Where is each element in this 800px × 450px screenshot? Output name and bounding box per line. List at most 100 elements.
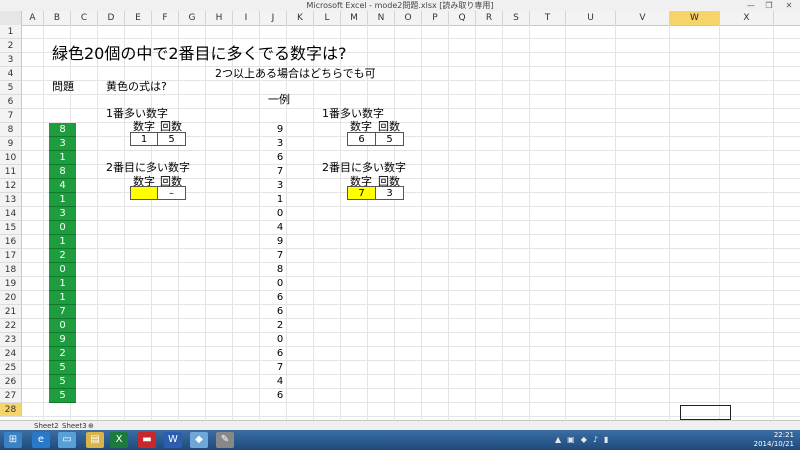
row-header[interactable]: 19 bbox=[0, 277, 22, 291]
example-value-cell[interactable]: 7 bbox=[270, 250, 290, 261]
tool-icon[interactable]: ✎ bbox=[216, 432, 234, 448]
column-header[interactable]: E bbox=[125, 11, 152, 25]
example-value-cell[interactable]: 6 bbox=[270, 348, 290, 359]
ex-second-count-cell[interactable]: 3 bbox=[375, 186, 404, 200]
row-header[interactable]: 4 bbox=[0, 67, 22, 81]
row-header[interactable]: 5 bbox=[0, 81, 22, 95]
ex-second-num-cell[interactable]: 7 bbox=[347, 186, 376, 200]
column-header[interactable]: F bbox=[152, 11, 179, 25]
ex-first-count-cell[interactable]: 5 bbox=[375, 132, 404, 146]
row-header[interactable]: 28 bbox=[0, 403, 22, 417]
column-header[interactable]: V bbox=[616, 11, 670, 25]
column-header[interactable]: I bbox=[233, 11, 260, 25]
green-value-cell[interactable]: 5 bbox=[49, 375, 76, 389]
row-header[interactable]: 22 bbox=[0, 319, 22, 333]
column-header[interactable]: Q bbox=[449, 11, 476, 25]
row-header[interactable]: 12 bbox=[0, 179, 22, 193]
first-count-cell[interactable]: 5 bbox=[157, 132, 186, 146]
column-header[interactable]: L bbox=[314, 11, 341, 25]
row-header[interactable]: 16 bbox=[0, 235, 22, 249]
row-header[interactable]: 8 bbox=[0, 123, 22, 137]
system-clock[interactable]: 22:21 2014/10/21 bbox=[734, 431, 794, 449]
column-header[interactable]: X bbox=[720, 11, 774, 25]
row-header[interactable]: 13 bbox=[0, 193, 22, 207]
example-value-cell[interactable]: 1 bbox=[270, 194, 290, 205]
example-value-cell[interactable]: 3 bbox=[270, 138, 290, 149]
example-value-cell[interactable]: 7 bbox=[270, 362, 290, 373]
row-header[interactable]: 20 bbox=[0, 291, 22, 305]
row-header[interactable]: 9 bbox=[0, 137, 22, 151]
ie-icon[interactable]: e bbox=[32, 432, 50, 448]
row-header[interactable]: 26 bbox=[0, 375, 22, 389]
example-value-cell[interactable]: 4 bbox=[270, 376, 290, 387]
column-header[interactable]: T bbox=[530, 11, 566, 25]
column-header[interactable]: K bbox=[287, 11, 314, 25]
example-value-cell[interactable]: 9 bbox=[270, 236, 290, 247]
column-header[interactable]: G bbox=[179, 11, 206, 25]
close-button[interactable]: ✕ bbox=[780, 0, 798, 11]
row-header[interactable]: 2 bbox=[0, 39, 22, 53]
folder-icon[interactable]: ▭ bbox=[58, 432, 76, 448]
column-header[interactable]: S bbox=[503, 11, 530, 25]
green-value-cell[interactable]: 0 bbox=[49, 263, 76, 277]
select-all-corner[interactable] bbox=[0, 11, 22, 25]
maximize-button[interactable]: ❐ bbox=[760, 0, 778, 11]
green-value-cell[interactable]: 3 bbox=[49, 137, 76, 151]
green-value-cell[interactable]: 8 bbox=[49, 123, 76, 137]
selected-cell[interactable] bbox=[680, 405, 731, 420]
example-value-cell[interactable]: 0 bbox=[270, 334, 290, 345]
column-header[interactable]: P bbox=[422, 11, 449, 25]
column-header[interactable]: D bbox=[98, 11, 125, 25]
column-header[interactable]: O bbox=[395, 11, 422, 25]
tray-icons[interactable]: ▲▣◆♪▮ bbox=[555, 435, 614, 444]
example-value-cell[interactable]: 2 bbox=[270, 320, 290, 331]
column-header[interactable]: M bbox=[341, 11, 368, 25]
example-value-cell[interactable]: 4 bbox=[270, 222, 290, 233]
example-value-cell[interactable]: 6 bbox=[270, 306, 290, 317]
row-header[interactable]: 21 bbox=[0, 305, 22, 319]
green-value-cell[interactable]: 2 bbox=[49, 347, 76, 361]
excel-icon[interactable]: X bbox=[110, 432, 128, 448]
green-value-cell[interactable]: 5 bbox=[49, 389, 76, 403]
green-value-cell[interactable]: 0 bbox=[49, 319, 76, 333]
column-header[interactable]: J bbox=[260, 11, 287, 25]
green-value-cell[interactable]: 3 bbox=[49, 207, 76, 221]
row-header[interactable]: 6 bbox=[0, 95, 22, 109]
row-header[interactable]: 15 bbox=[0, 221, 22, 235]
green-value-cell[interactable]: 1 bbox=[49, 277, 76, 291]
example-value-cell[interactable]: 6 bbox=[270, 390, 290, 401]
row-header[interactable]: 17 bbox=[0, 249, 22, 263]
green-value-cell[interactable]: 1 bbox=[49, 193, 76, 207]
green-value-cell[interactable]: 0 bbox=[49, 221, 76, 235]
green-value-cell[interactable]: 7 bbox=[49, 305, 76, 319]
green-value-cell[interactable]: 1 bbox=[49, 291, 76, 305]
start-icon[interactable]: ⊞ bbox=[4, 432, 22, 448]
example-value-cell[interactable]: 6 bbox=[270, 292, 290, 303]
explorer-icon[interactable]: ▤ bbox=[86, 432, 104, 448]
green-value-cell[interactable]: 5 bbox=[49, 361, 76, 375]
green-value-cell[interactable]: 2 bbox=[49, 249, 76, 263]
row-header[interactable]: 11 bbox=[0, 165, 22, 179]
column-header[interactable]: B bbox=[44, 11, 71, 25]
column-header[interactable]: C bbox=[71, 11, 98, 25]
minimize-button[interactable]: — bbox=[742, 0, 760, 11]
row-header[interactable]: 10 bbox=[0, 151, 22, 165]
first-num-cell[interactable]: 1 bbox=[130, 132, 158, 146]
example-value-cell[interactable]: 6 bbox=[270, 152, 290, 163]
column-header[interactable]: N bbox=[368, 11, 395, 25]
app-blue-icon[interactable]: ◆ bbox=[190, 432, 208, 448]
column-header[interactable]: R bbox=[476, 11, 503, 25]
example-value-cell[interactable]: 9 bbox=[270, 124, 290, 135]
app-red-icon[interactable]: ▬ bbox=[138, 432, 156, 448]
row-header[interactable]: 3 bbox=[0, 53, 22, 67]
green-value-cell[interactable]: 1 bbox=[49, 151, 76, 165]
row-header[interactable]: 1 bbox=[0, 25, 22, 39]
second-num-cell[interactable] bbox=[130, 186, 158, 200]
example-value-cell[interactable]: 7 bbox=[270, 166, 290, 177]
row-header[interactable]: 7 bbox=[0, 109, 22, 123]
green-value-cell[interactable]: 8 bbox=[49, 165, 76, 179]
example-value-cell[interactable]: 0 bbox=[270, 208, 290, 219]
row-header[interactable]: 25 bbox=[0, 361, 22, 375]
green-value-cell[interactable]: 9 bbox=[49, 333, 76, 347]
ex-first-num-cell[interactable]: 6 bbox=[347, 132, 376, 146]
